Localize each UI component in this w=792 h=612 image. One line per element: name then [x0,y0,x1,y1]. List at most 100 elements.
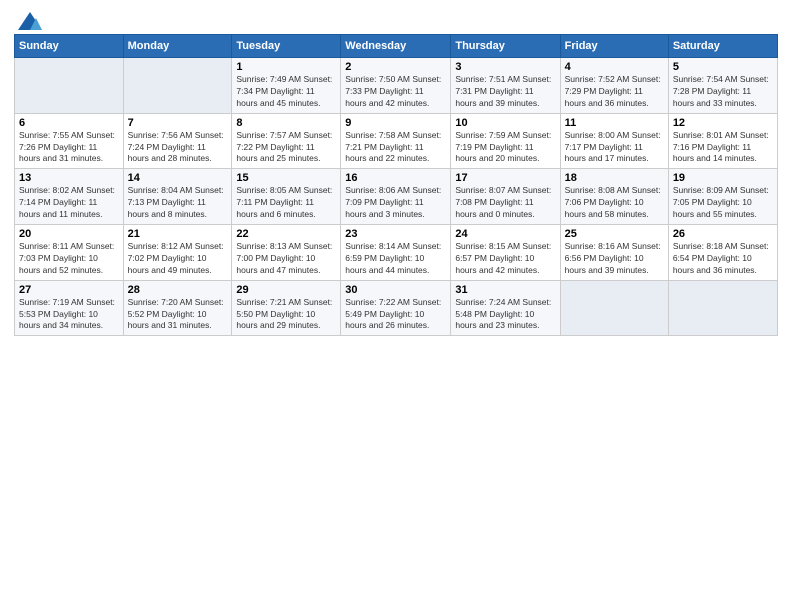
day-number: 3 [455,61,555,73]
day-number: 24 [455,228,555,240]
day-info: Sunrise: 7:54 AM Sunset: 7:28 PM Dayligh… [673,74,773,110]
calendar-cell: 16Sunrise: 8:06 AM Sunset: 7:09 PM Dayli… [341,169,451,225]
day-number: 27 [19,284,119,296]
header [14,10,778,28]
calendar-cell: 30Sunrise: 7:22 AM Sunset: 5:49 PM Dayli… [341,280,451,336]
day-info: Sunrise: 7:24 AM Sunset: 5:48 PM Dayligh… [455,297,555,333]
day-info: Sunrise: 7:57 AM Sunset: 7:22 PM Dayligh… [236,130,336,166]
calendar-cell [560,280,668,336]
day-info: Sunrise: 8:04 AM Sunset: 7:13 PM Dayligh… [128,185,228,221]
calendar-cell: 5Sunrise: 7:54 AM Sunset: 7:28 PM Daylig… [668,58,777,114]
calendar-cell: 19Sunrise: 8:09 AM Sunset: 7:05 PM Dayli… [668,169,777,225]
calendar-cell: 27Sunrise: 7:19 AM Sunset: 5:53 PM Dayli… [15,280,124,336]
calendar-cell: 22Sunrise: 8:13 AM Sunset: 7:00 PM Dayli… [232,225,341,281]
calendar-cell: 13Sunrise: 8:02 AM Sunset: 7:14 PM Dayli… [15,169,124,225]
calendar-row-3: 20Sunrise: 8:11 AM Sunset: 7:03 PM Dayli… [15,225,778,281]
calendar-cell [15,58,124,114]
day-info: Sunrise: 7:56 AM Sunset: 7:24 PM Dayligh… [128,130,228,166]
day-number: 12 [673,117,773,129]
day-info: Sunrise: 7:49 AM Sunset: 7:34 PM Dayligh… [236,74,336,110]
day-info: Sunrise: 8:11 AM Sunset: 7:03 PM Dayligh… [19,241,119,277]
calendar-cell: 17Sunrise: 8:07 AM Sunset: 7:08 PM Dayli… [451,169,560,225]
day-info: Sunrise: 8:05 AM Sunset: 7:11 PM Dayligh… [236,185,336,221]
calendar-table: SundayMondayTuesdayWednesdayThursdayFrid… [14,34,778,336]
page-container: SundayMondayTuesdayWednesdayThursdayFrid… [0,0,792,346]
day-number: 10 [455,117,555,129]
day-number: 2 [345,61,446,73]
day-info: Sunrise: 7:52 AM Sunset: 7:29 PM Dayligh… [565,74,664,110]
day-info: Sunrise: 7:55 AM Sunset: 7:26 PM Dayligh… [19,130,119,166]
day-info: Sunrise: 8:15 AM Sunset: 6:57 PM Dayligh… [455,241,555,277]
header-cell-monday: Monday [123,35,232,58]
day-number: 5 [673,61,773,73]
day-info: Sunrise: 8:13 AM Sunset: 7:00 PM Dayligh… [236,241,336,277]
header-cell-wednesday: Wednesday [341,35,451,58]
day-info: Sunrise: 8:02 AM Sunset: 7:14 PM Dayligh… [19,185,119,221]
header-cell-saturday: Saturday [668,35,777,58]
day-number: 19 [673,172,773,184]
calendar-cell: 18Sunrise: 8:08 AM Sunset: 7:06 PM Dayli… [560,169,668,225]
header-cell-friday: Friday [560,35,668,58]
day-number: 22 [236,228,336,240]
day-number: 11 [565,117,664,129]
calendar-cell: 7Sunrise: 7:56 AM Sunset: 7:24 PM Daylig… [123,113,232,169]
calendar-cell: 25Sunrise: 8:16 AM Sunset: 6:56 PM Dayli… [560,225,668,281]
calendar-cell: 6Sunrise: 7:55 AM Sunset: 7:26 PM Daylig… [15,113,124,169]
day-info: Sunrise: 8:16 AM Sunset: 6:56 PM Dayligh… [565,241,664,277]
calendar-cell: 12Sunrise: 8:01 AM Sunset: 7:16 PM Dayli… [668,113,777,169]
day-number: 29 [236,284,336,296]
day-info: Sunrise: 8:12 AM Sunset: 7:02 PM Dayligh… [128,241,228,277]
calendar-cell [668,280,777,336]
day-info: Sunrise: 8:07 AM Sunset: 7:08 PM Dayligh… [455,185,555,221]
day-info: Sunrise: 7:58 AM Sunset: 7:21 PM Dayligh… [345,130,446,166]
calendar-cell: 9Sunrise: 7:58 AM Sunset: 7:21 PM Daylig… [341,113,451,169]
calendar-row-1: 6Sunrise: 7:55 AM Sunset: 7:26 PM Daylig… [15,113,778,169]
day-info: Sunrise: 7:20 AM Sunset: 5:52 PM Dayligh… [128,297,228,333]
day-number: 13 [19,172,119,184]
day-info: Sunrise: 8:14 AM Sunset: 6:59 PM Dayligh… [345,241,446,277]
header-row: SundayMondayTuesdayWednesdayThursdayFrid… [15,35,778,58]
calendar-cell: 1Sunrise: 7:49 AM Sunset: 7:34 PM Daylig… [232,58,341,114]
calendar-row-0: 1Sunrise: 7:49 AM Sunset: 7:34 PM Daylig… [15,58,778,114]
day-info: Sunrise: 8:00 AM Sunset: 7:17 PM Dayligh… [565,130,664,166]
day-number: 26 [673,228,773,240]
calendar-cell: 3Sunrise: 7:51 AM Sunset: 7:31 PM Daylig… [451,58,560,114]
calendar-cell: 26Sunrise: 8:18 AM Sunset: 6:54 PM Dayli… [668,225,777,281]
day-number: 23 [345,228,446,240]
calendar-row-4: 27Sunrise: 7:19 AM Sunset: 5:53 PM Dayli… [15,280,778,336]
header-cell-sunday: Sunday [15,35,124,58]
day-info: Sunrise: 7:59 AM Sunset: 7:19 PM Dayligh… [455,130,555,166]
calendar-cell: 23Sunrise: 8:14 AM Sunset: 6:59 PM Dayli… [341,225,451,281]
day-number: 7 [128,117,228,129]
day-number: 28 [128,284,228,296]
day-number: 8 [236,117,336,129]
day-number: 31 [455,284,555,296]
day-number: 6 [19,117,119,129]
day-info: Sunrise: 7:21 AM Sunset: 5:50 PM Dayligh… [236,297,336,333]
calendar-cell: 28Sunrise: 7:20 AM Sunset: 5:52 PM Dayli… [123,280,232,336]
calendar-cell: 10Sunrise: 7:59 AM Sunset: 7:19 PM Dayli… [451,113,560,169]
day-info: Sunrise: 8:08 AM Sunset: 7:06 PM Dayligh… [565,185,664,221]
calendar-cell: 11Sunrise: 8:00 AM Sunset: 7:17 PM Dayli… [560,113,668,169]
day-number: 1 [236,61,336,73]
day-info: Sunrise: 8:09 AM Sunset: 7:05 PM Dayligh… [673,185,773,221]
day-number: 14 [128,172,228,184]
calendar-cell [123,58,232,114]
calendar-cell: 2Sunrise: 7:50 AM Sunset: 7:33 PM Daylig… [341,58,451,114]
day-info: Sunrise: 7:50 AM Sunset: 7:33 PM Dayligh… [345,74,446,110]
day-number: 21 [128,228,228,240]
calendar-cell: 24Sunrise: 8:15 AM Sunset: 6:57 PM Dayli… [451,225,560,281]
day-info: Sunrise: 7:22 AM Sunset: 5:49 PM Dayligh… [345,297,446,333]
logo-icon [16,10,44,32]
calendar-cell: 20Sunrise: 8:11 AM Sunset: 7:03 PM Dayli… [15,225,124,281]
calendar-row-2: 13Sunrise: 8:02 AM Sunset: 7:14 PM Dayli… [15,169,778,225]
day-number: 20 [19,228,119,240]
day-number: 16 [345,172,446,184]
calendar-cell: 15Sunrise: 8:05 AM Sunset: 7:11 PM Dayli… [232,169,341,225]
calendar-cell: 21Sunrise: 8:12 AM Sunset: 7:02 PM Dayli… [123,225,232,281]
header-cell-tuesday: Tuesday [232,35,341,58]
day-info: Sunrise: 8:01 AM Sunset: 7:16 PM Dayligh… [673,130,773,166]
day-number: 17 [455,172,555,184]
day-number: 15 [236,172,336,184]
calendar-cell: 29Sunrise: 7:21 AM Sunset: 5:50 PM Dayli… [232,280,341,336]
